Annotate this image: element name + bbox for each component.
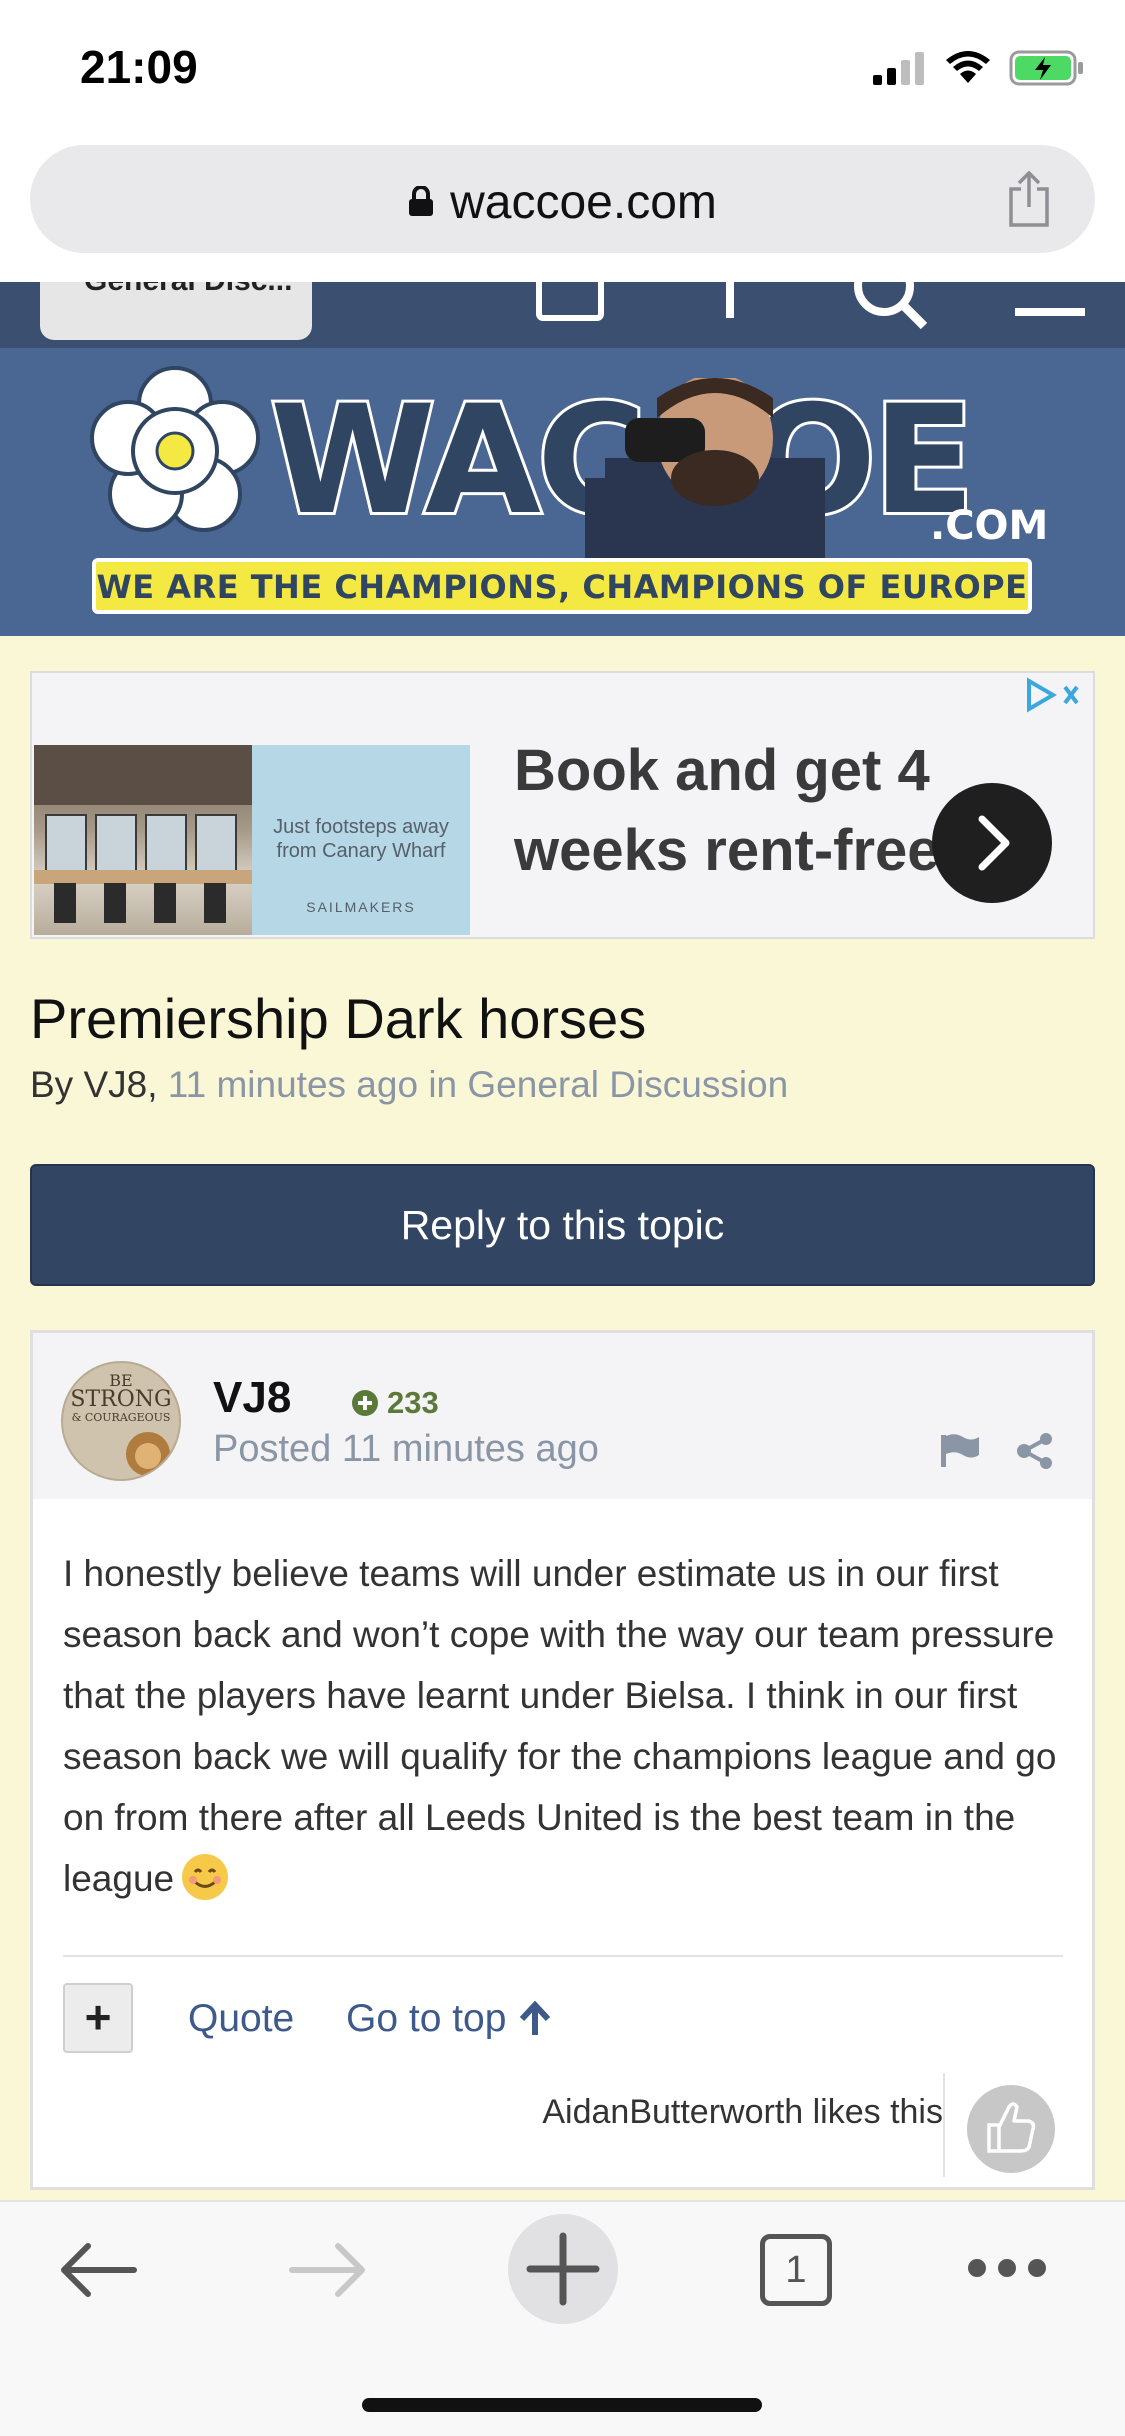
site-tagline: WE ARE THE CHAMPIONS, CHAMPIONS OF EUROP… bbox=[92, 558, 1032, 614]
avatar-text-courageous: & COURAGEOUS bbox=[71, 1411, 171, 1424]
ad-brand: SAILMAKERS bbox=[306, 899, 416, 915]
topic-meta: By VJ8, 11 minutes ago in General Discus… bbox=[30, 1064, 788, 1106]
advertisement[interactable]: Just footsteps away from Canary Wharf SA… bbox=[30, 671, 1095, 939]
post-timestamp[interactable]: Posted 11 minutes ago bbox=[213, 1428, 599, 1471]
like-button[interactable] bbox=[967, 2085, 1055, 2173]
status-time: 21:09 bbox=[80, 41, 198, 93]
go-to-top-link[interactable]: Go to top bbox=[346, 1997, 552, 2041]
yorkshire-rose-logo bbox=[90, 366, 260, 532]
site-banner[interactable]: WACCOE .COM WE ARE THE CHAMPIONS, CHAMPI… bbox=[0, 348, 1125, 636]
address-bar[interactable]: waccoe.com bbox=[30, 145, 1095, 253]
create-icon[interactable] bbox=[715, 282, 745, 322]
topic-author-prefix[interactable]: By VJ8, bbox=[30, 1064, 158, 1105]
site-nav-bar: General Disc... bbox=[0, 282, 1125, 348]
menu-icon[interactable] bbox=[1015, 282, 1085, 322]
post-text: I honestly believe teams will under esti… bbox=[63, 1553, 1057, 1899]
plus-icon bbox=[526, 2232, 600, 2306]
likes-summary[interactable]: AidanButterworth likes this bbox=[483, 2093, 943, 2132]
quote-link[interactable]: Quote bbox=[188, 1997, 294, 2041]
topic-title: Premiership Dark horses bbox=[30, 987, 647, 1050]
reply-to-topic-button[interactable]: Reply to this topic bbox=[30, 1164, 1095, 1286]
url-display[interactable]: waccoe.com bbox=[30, 175, 1095, 230]
adchoices-icon[interactable] bbox=[1023, 677, 1083, 713]
post-author[interactable]: VJ8 bbox=[213, 1373, 291, 1423]
ad-tagline-panel: Just footsteps away from Canary Wharf SA… bbox=[252, 745, 470, 935]
arrow-up-icon bbox=[520, 2001, 551, 2035]
multiquote-button[interactable]: + bbox=[63, 1983, 133, 2053]
go-to-top-label: Go to top bbox=[346, 1997, 507, 2040]
search-icon[interactable] bbox=[850, 282, 930, 332]
lion-image bbox=[126, 1432, 170, 1476]
activity-icon[interactable] bbox=[535, 282, 605, 322]
reputation-badge: 233 bbox=[351, 1385, 439, 1421]
new-tab-button[interactable] bbox=[508, 2214, 618, 2324]
logo-suffix: .COM bbox=[930, 503, 1049, 549]
post-divider bbox=[63, 1955, 1063, 1957]
avatar-text-strong: STRONG bbox=[70, 1387, 172, 1412]
tabs-button[interactable]: 1 bbox=[760, 2234, 832, 2306]
thumbs-up-icon bbox=[987, 2102, 1036, 2153]
more-dots-icon[interactable] bbox=[965, 2256, 1049, 2280]
signal-icon bbox=[873, 52, 924, 85]
ad-office-image bbox=[34, 745, 252, 935]
flag-icon[interactable] bbox=[939, 1433, 981, 1469]
post-body: I honestly believe teams will under esti… bbox=[63, 1543, 1073, 1909]
back-arrow-icon[interactable] bbox=[58, 2238, 138, 2302]
status-bar: 21:09 bbox=[0, 0, 1125, 140]
avatar[interactable]: BE STRONG & COURAGEOUS bbox=[61, 1361, 181, 1481]
share-icon[interactable] bbox=[1005, 171, 1053, 227]
forward-arrow-icon[interactable] bbox=[288, 2238, 368, 2302]
lock-icon bbox=[409, 186, 434, 217]
forum-breadcrumb-chip[interactable]: General Disc... bbox=[40, 282, 312, 340]
topic-time-forum[interactable]: 11 minutes ago in General Discussion bbox=[168, 1064, 788, 1105]
chevron-right-icon bbox=[978, 815, 1010, 871]
share-nodes-icon[interactable] bbox=[1016, 1433, 1054, 1469]
ad-small-text: Just footsteps away from Canary Wharf bbox=[273, 816, 449, 862]
binoculars-photo bbox=[585, 378, 825, 558]
tab-count: 1 bbox=[785, 2249, 807, 2291]
post-card: BE STRONG & COURAGEOUS VJ8 233 Posted 11… bbox=[30, 1330, 1095, 2190]
ad-headline[interactable]: Book and get 4 weeks rent-free bbox=[514, 731, 994, 891]
url-text: waccoe.com bbox=[450, 176, 717, 229]
status-icons bbox=[871, 50, 1085, 86]
reputation-count: 233 bbox=[387, 1385, 439, 1420]
plus-circle-icon bbox=[352, 1390, 378, 1416]
battery-icon bbox=[1009, 50, 1083, 86]
ad-next-button[interactable] bbox=[932, 783, 1052, 903]
likes-separator bbox=[943, 2073, 945, 2177]
post-header: BE STRONG & COURAGEOUS VJ8 233 Posted 11… bbox=[33, 1333, 1092, 1499]
smile-emoji-icon bbox=[182, 1854, 229, 1901]
home-indicator[interactable] bbox=[362, 2398, 762, 2412]
page-content: Just footsteps away from Canary Wharf SA… bbox=[0, 636, 1125, 2200]
wifi-icon bbox=[946, 51, 990, 83]
